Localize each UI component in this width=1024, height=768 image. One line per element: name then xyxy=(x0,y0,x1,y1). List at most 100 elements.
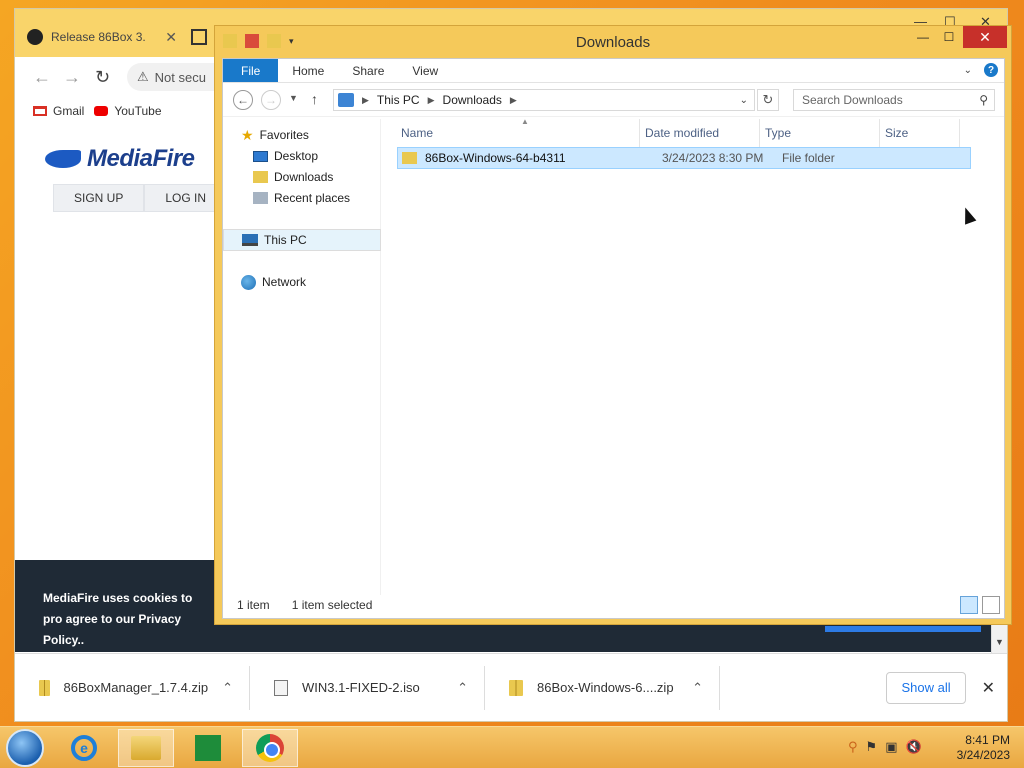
details-view-icon[interactable] xyxy=(960,596,978,614)
gmail-icon xyxy=(33,106,47,116)
close-icon[interactable]: ✕ xyxy=(963,26,1007,48)
zip-icon xyxy=(39,679,50,696)
item-count: 1 item xyxy=(237,598,270,612)
column-header-size[interactable]: Size xyxy=(867,119,957,147)
iso-icon xyxy=(274,679,288,696)
breadcrumb[interactable]: ▶ This PC ▶ Downloads ▶ ⌄ xyxy=(333,89,755,111)
chrome-tab-title: Release 86Box 3. xyxy=(51,30,146,44)
not-secure-label: Not secu xyxy=(154,69,206,85)
download-item[interactable]: 86Box-Windows-6....zip ⌃ xyxy=(485,665,720,710)
network-icon xyxy=(241,274,256,290)
tab-file[interactable]: File xyxy=(223,59,279,82)
chevron-up-icon[interactable]: ⌃ xyxy=(692,680,703,696)
window-title: Downloads xyxy=(575,34,651,51)
zip-icon xyxy=(509,679,523,696)
nav-favorites[interactable]: ★ Favorites xyxy=(241,125,309,145)
chrome-taskbar-button[interactable] xyxy=(242,729,298,767)
maximize-icon[interactable]: ☐ xyxy=(939,26,959,48)
download-item[interactable]: 86BoxManager_1.7.4.zip ⌃ xyxy=(15,665,250,710)
download-item[interactable]: WIN3.1-FIXED-2.iso ⌃ xyxy=(250,665,485,710)
minimize-icon[interactable]: — xyxy=(913,26,933,48)
clock-date: 3/24/2023 xyxy=(956,748,1010,762)
address-dropdown-icon[interactable]: ⌄ xyxy=(740,95,748,106)
forward-button[interactable]: → xyxy=(261,90,281,110)
ribbon-tabs: File Home Share View ⌄ ? xyxy=(223,59,1004,83)
nav-this-pc[interactable]: This PC xyxy=(223,229,381,251)
tab-home[interactable]: Home xyxy=(278,59,338,82)
nav-label: Downloads xyxy=(274,170,334,184)
mediafire-logo-text: MediaFire xyxy=(87,145,195,172)
bookmark-youtube[interactable]: YouTube xyxy=(94,104,162,118)
expand-ribbon-icon[interactable]: ⌄ xyxy=(964,65,972,76)
column-header-name[interactable]: Name xyxy=(383,119,639,147)
chrome-tab-github[interactable]: Release 86Box 3. ✕ xyxy=(27,23,177,51)
archive-tab-icon[interactable] xyxy=(191,29,207,45)
bookmark-gmail[interactable]: Gmail xyxy=(33,104,84,118)
up-icon[interactable]: ↑ xyxy=(311,91,318,107)
search-icon[interactable]: ⚲ xyxy=(979,93,988,107)
nav-label: Network xyxy=(262,275,307,289)
nav-label: Favorites xyxy=(259,128,309,142)
desktop-icon xyxy=(253,150,268,162)
tab-view[interactable]: View xyxy=(398,59,452,82)
nav-network[interactable]: Network xyxy=(241,272,306,292)
action-center-flag-icon[interactable]: ⚑ xyxy=(866,739,878,755)
file-row[interactable]: 86Box-Windows-64-b4311 3/24/2023 8:30 PM… xyxy=(397,147,971,169)
cookie-accept-button[interactable] xyxy=(825,626,981,632)
back-button[interactable]: ← xyxy=(233,90,253,110)
scroll-down-icon[interactable]: ▼ xyxy=(995,637,1004,647)
nav-label: This PC xyxy=(264,233,307,247)
column-divider[interactable] xyxy=(959,119,960,147)
forward-icon[interactable]: → xyxy=(63,67,81,88)
close-tab-icon[interactable]: ✕ xyxy=(165,29,177,46)
chevron-right-icon[interactable]: ▶ xyxy=(510,95,517,106)
bookmark-label: Gmail xyxy=(53,104,85,118)
network-tray-icon[interactable]: ▣ xyxy=(885,739,897,755)
nav-downloads[interactable]: Downloads xyxy=(253,167,333,187)
mediafire-flame-icon xyxy=(45,150,81,168)
mediafire-logo[interactable]: MediaFire xyxy=(45,145,195,173)
clock[interactable]: 8:41 PM 3/24/2023 xyxy=(957,733,1010,763)
explorer-body: File Home Share View ⌄ ? ← → ▼ ↑ ▶ This … xyxy=(222,58,1005,619)
breadcrumb-downloads[interactable]: Downloads xyxy=(443,93,502,107)
explorer-window: ▾ Downloads — ☐ ✕ File Home Share View ⌄… xyxy=(214,25,1012,625)
column-header-type[interactable]: Type xyxy=(747,119,867,147)
help-icon[interactable]: ? xyxy=(984,63,998,77)
volume-muted-icon[interactable]: 🔇 xyxy=(905,739,921,755)
chevron-up-icon[interactable]: ⌃ xyxy=(457,680,468,696)
system-tray: ⚲ ⚑ ▣ 🔇 xyxy=(848,739,922,755)
star-icon: ★ xyxy=(241,126,254,143)
status-bar: 1 item 1 item selected xyxy=(223,592,1004,618)
chrome-icon xyxy=(256,734,284,762)
search-tray-icon[interactable]: ⚲ xyxy=(848,739,858,755)
start-button[interactable] xyxy=(6,729,44,767)
large-icons-view-icon[interactable] xyxy=(982,596,1000,614)
tab-share[interactable]: Share xyxy=(338,59,398,82)
reload-icon[interactable]: ↻ xyxy=(95,67,110,88)
download-name: 86BoxManager_1.7.4.zip xyxy=(63,680,209,695)
explorer-titlebar[interactable]: ▾ Downloads — ☐ ✕ xyxy=(215,26,1011,58)
search-input[interactable]: Search Downloads ⚲ xyxy=(793,89,995,111)
download-name: WIN3.1-FIXED-2.iso xyxy=(302,680,420,695)
chevron-up-icon[interactable]: ⌃ xyxy=(222,680,233,696)
folder-icon xyxy=(402,152,417,164)
store-button[interactable] xyxy=(180,729,236,767)
downloads-location-icon xyxy=(338,93,354,107)
mediafire-auth-buttons: SIGN UP LOG IN xyxy=(53,184,228,212)
nav-recent-places[interactable]: Recent places xyxy=(253,188,350,208)
back-icon[interactable]: ← xyxy=(33,67,51,88)
chevron-right-icon[interactable]: ▶ xyxy=(362,95,369,106)
recent-places-icon xyxy=(253,192,268,204)
show-all-button[interactable]: Show all xyxy=(886,671,966,704)
breadcrumb-this-pc[interactable]: This PC xyxy=(377,93,420,107)
file-explorer-button[interactable] xyxy=(118,729,174,767)
recent-locations-icon[interactable]: ▼ xyxy=(289,93,298,103)
youtube-icon xyxy=(94,106,109,116)
nav-desktop[interactable]: Desktop xyxy=(253,146,318,166)
signup-button[interactable]: SIGN UP xyxy=(53,184,145,212)
chevron-right-icon[interactable]: ▶ xyxy=(428,95,435,106)
internet-explorer-button[interactable]: e xyxy=(56,729,112,767)
column-header-date[interactable]: Date modified xyxy=(627,119,747,147)
refresh-icon[interactable]: ↻ xyxy=(757,89,779,111)
close-shelf-icon[interactable]: ✕ xyxy=(982,678,995,698)
